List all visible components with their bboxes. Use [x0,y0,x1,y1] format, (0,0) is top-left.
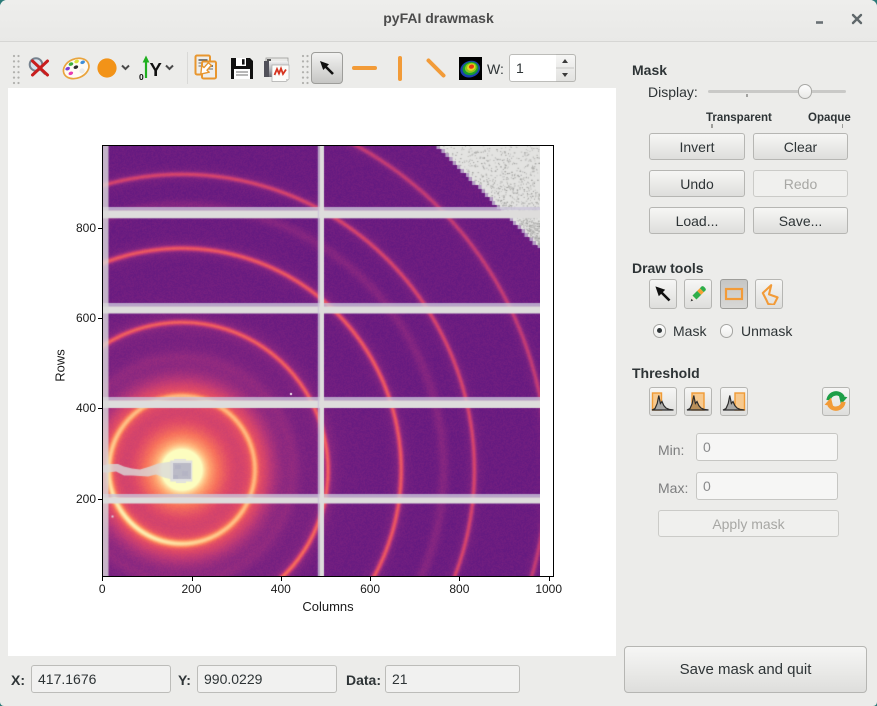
svg-text:Y: Y [150,59,163,80]
svg-text:0: 0 [139,72,144,82]
